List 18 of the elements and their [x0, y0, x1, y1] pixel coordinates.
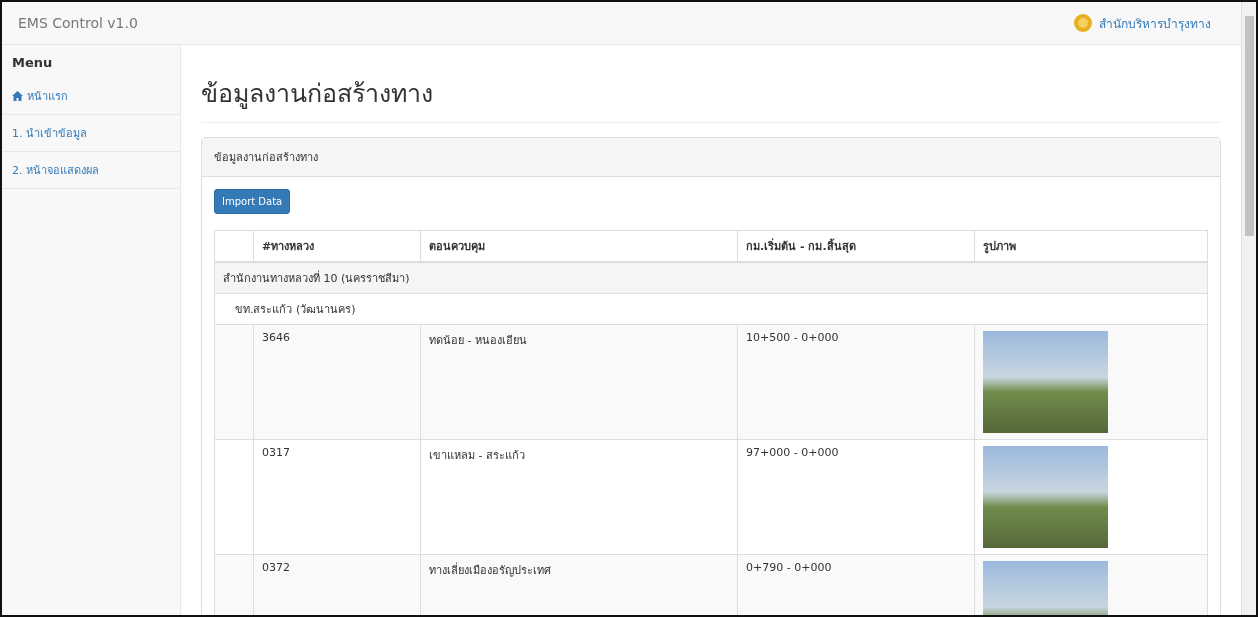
- panel-heading: ข้อมูลงานก่อสร้างทาง: [202, 138, 1220, 177]
- group-row: สำนักงานทางหลวงที่ 10 (นครราชสีมา): [214, 262, 1208, 294]
- home-icon: [12, 91, 23, 101]
- app-brand[interactable]: EMS Control v1.0: [18, 15, 138, 31]
- table-cell: 3646: [253, 324, 421, 440]
- table-cell: เขาแหลม - สระแก้ว: [420, 439, 738, 555]
- table-cell: 10+500 - 0+000: [737, 324, 975, 440]
- scrollbar[interactable]: [1241, 2, 1256, 615]
- table-cell: 0317: [253, 439, 421, 555]
- emblem-icon: [1073, 13, 1093, 33]
- agency-name: สำนักบริหารบำรุงทาง: [1099, 15, 1211, 33]
- table-cell: 97+000 - 0+000: [737, 439, 975, 555]
- table-cell: ทดน้อย - หนองเอียน: [420, 324, 738, 440]
- page-title: ข้อมูลงานก่อสร้างทาง: [201, 73, 1221, 123]
- menu-title: Menu: [11, 54, 54, 72]
- import-button[interactable]: Import Data: [214, 189, 291, 214]
- agency-link[interactable]: สำนักบริหารบำรุงทาง: [1073, 13, 1211, 33]
- subgroup-row: ขท.สระแก้ว (วัฒนานคร): [214, 293, 1208, 325]
